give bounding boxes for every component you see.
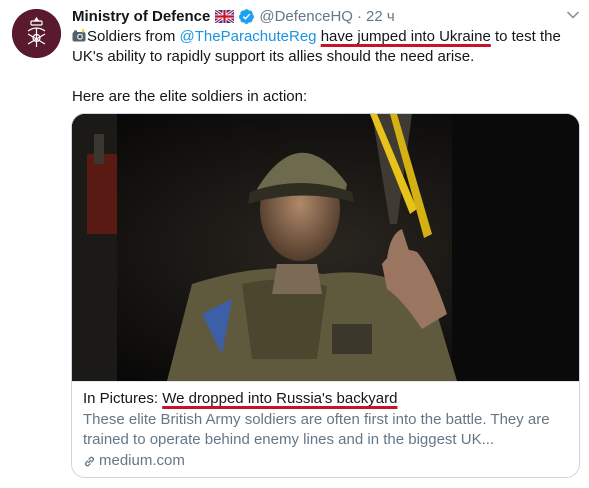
tweet[interactable]: Ministry of Defence @DefenceHQ · 22 ч So…	[0, 0, 589, 488]
camera-with-flash-icon	[72, 29, 86, 42]
chevron-down-icon[interactable]	[566, 8, 580, 22]
card-title-prefix: In Pictures:	[83, 390, 163, 407]
card-title-underlined: We dropped into Russia's backyard	[162, 390, 398, 407]
uk-flag-icon	[215, 9, 235, 23]
mod-crest-icon	[12, 9, 61, 58]
tweet-header: Ministry of Defence @DefenceHQ · 22 ч	[72, 6, 395, 26]
tweet-paragraph: Soldiers from @TheParachuteReg have jump…	[72, 27, 577, 67]
tweet-text-prefix: Soldiers from	[87, 28, 180, 45]
author-name[interactable]: Ministry of Defence	[72, 8, 210, 25]
card-title: In Pictures: We dropped into Russia's ba…	[83, 389, 573, 409]
tweet-second-paragraph: Here are the elite soldiers in action:	[72, 88, 308, 105]
card-body: In Pictures: We dropped into Russia's ba…	[83, 389, 573, 471]
mention-link[interactable]: @TheParachuteReg	[180, 28, 317, 45]
card-description: These elite British Army soldiers are of…	[83, 411, 550, 448]
header-separator: ·	[356, 7, 362, 25]
card-divider	[72, 381, 579, 382]
link-card[interactable]: In Pictures: We dropped into Russia's ba…	[71, 113, 580, 478]
verified-badge-icon	[239, 8, 255, 24]
soldier-photo	[72, 114, 579, 381]
card-image[interactable]	[72, 114, 579, 381]
author-handle[interactable]: @DefenceHQ	[259, 8, 353, 25]
card-domain-text[interactable]: medium.com	[99, 451, 185, 471]
avatar[interactable]	[12, 9, 61, 58]
tweet-text: Soldiers from @TheParachuteReg have jump…	[72, 27, 577, 107]
tweet-timestamp[interactable]: 22 ч	[366, 8, 395, 25]
underlined-phrase: have jumped into Ukraine	[320, 28, 491, 45]
link-icon	[84, 456, 95, 466]
card-domain: medium.com	[83, 451, 573, 471]
